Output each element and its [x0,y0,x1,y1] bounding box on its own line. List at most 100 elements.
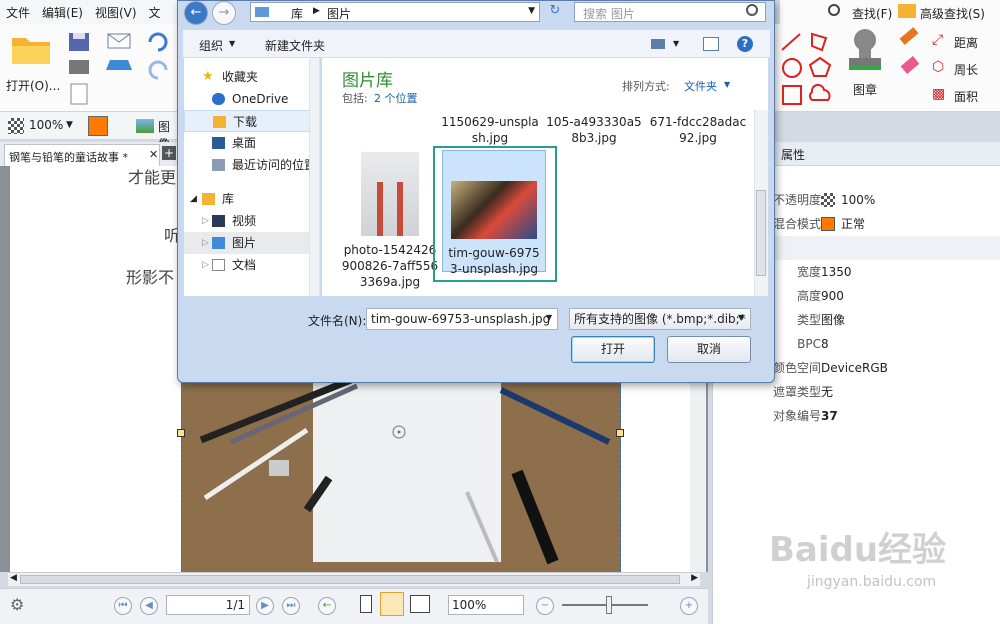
prop-value[interactable]: 正常 [841,212,865,236]
search-input[interactable]: 搜索 图片 [574,2,766,22]
zoom-slider-thumb[interactable] [606,596,612,614]
new-folder-button[interactable]: 新建文件夹 [265,37,325,54]
menu-file[interactable]: 文件 [0,0,36,25]
library-icon [255,7,269,17]
resize-handle[interactable] [616,429,624,437]
property-strip: 100% ▼ 图像 [0,112,180,151]
chevron-down-icon[interactable]: ▼ [528,6,535,16]
nav-downloads[interactable]: 下载 [184,110,319,132]
perimeter-button[interactable]: 周长 [954,61,978,78]
prev-page-icon[interactable]: ◀ [140,597,158,615]
open-button[interactable]: 打开(O)... [6,32,61,104]
last-page-icon[interactable]: ⏭ [282,597,300,615]
organize-button[interactable]: 组织 [199,37,223,54]
stamp-button[interactable]: 图章 [842,28,888,110]
doc-text-line: 形影不 [126,268,175,287]
pentagon-tool-icon [808,56,832,77]
cloud-icon [212,93,225,105]
prop-key: 类型 [796,313,821,327]
includes-label: 包括: [342,92,368,105]
file-item[interactable]: 105-a493330a5 8b3.jpg [544,114,644,146]
measure-tools: ⤢ 距离 ⬡ 周长 ▩ 面积 [896,27,1000,110]
next-page-icon[interactable]: ▶ [256,597,274,615]
breadcrumb-pictures[interactable]: 图片 [327,5,351,22]
sort-select[interactable]: 文件夹 [684,78,717,94]
area-button[interactable]: 面积 [954,88,978,105]
nav-onedrive[interactable]: OneDrive [184,88,319,110]
scroll-thumb[interactable] [20,575,680,584]
scroll-right-arrow[interactable]: ▶ [691,573,698,583]
nav-recent[interactable]: 最近访问的位置 [184,154,319,176]
vertical-scrollbar[interactable] [690,372,706,572]
find-button[interactable]: 查找(F) [852,5,892,22]
file-item[interactable]: 671-fdcc28adac 92.jpg [648,114,748,146]
nav-libraries[interactable]: ◢ 库 [184,188,319,210]
page-input[interactable]: 1/1 [166,595,250,615]
nav-documents[interactable]: ▷ 文档 [184,254,319,276]
open-file-button[interactable]: 打开 [571,336,655,363]
nav-back-icon[interactable]: ← [184,1,208,25]
new-tab-button[interactable]: + [162,146,176,160]
filetype-select[interactable]: 所有支持的图像 (*.bmp;*.dib;* [569,308,751,330]
prop-value[interactable]: 100% [841,188,875,212]
scroll-left-arrow[interactable]: ◀ [10,573,17,583]
zoom-out-icon[interactable]: − [536,597,554,615]
prop-value: 8 [821,337,829,351]
polygon-tool-icon [811,32,828,52]
expand-arrow-icon: ▷ [202,238,209,248]
nav-scrollbar[interactable] [309,58,319,296]
file-name: 1150629-unspla [441,115,539,129]
address-bar[interactable]: 库 ▶ 图片 ▼ [250,2,540,22]
chevron-down-icon: ▼ [724,80,731,89]
file-item-selected[interactable]: tim-gouw-6975 3-unsplash.jpg [442,150,546,276]
back-icon[interactable]: ← [318,597,336,615]
resize-handle[interactable] [177,429,185,437]
nav-pictures[interactable]: ▷ 图片 [184,232,319,254]
nav-forward-icon[interactable]: → [212,1,236,25]
filename-input[interactable]: tim-gouw-69753-unsplash.jpg [366,308,558,330]
horizontal-scrollbar[interactable]: ◀ ▶ [8,572,700,586]
document-tab[interactable]: 钢笔与铅笔的童话故事 * ✕ [4,144,160,166]
chevron-down-icon[interactable]: ▼ [738,313,744,322]
chevron-down-icon[interactable]: ▼ [673,39,679,48]
chevron-down-icon[interactable]: ▼ [546,313,552,322]
refresh-icon[interactable]: ↻ [544,3,566,21]
file-item-photo[interactable]: photo-1542426 900826-7aff556 3369a.jpg [340,152,440,290]
menu-more[interactable]: 文 [143,0,167,25]
scroll-thumb[interactable] [756,190,766,276]
zoom-slider[interactable] [562,604,648,606]
advanced-find-button[interactable]: 高级查找(S) [920,5,985,22]
prop-value: 无 [821,385,834,399]
open-label: 打开(O)... [6,79,61,93]
menu-view[interactable]: 视图(V) [89,0,143,25]
email-icon [107,33,131,49]
two-page-icon[interactable] [410,595,430,613]
color-swatch[interactable] [88,116,108,136]
breadcrumb-library[interactable]: 库 [291,5,303,22]
preview-pane-icon[interactable] [703,37,719,51]
fit-page-icon[interactable] [380,592,404,616]
distance-button[interactable]: 距离 [954,34,978,51]
single-page-icon[interactable] [360,595,372,613]
prop-key: 颜色空间 [772,361,821,375]
prop-key: 不透明度 [772,193,821,207]
includes-link[interactable]: 2 个位置 [374,90,418,106]
view-options-icon[interactable] [651,39,665,49]
search-icon[interactable] [746,4,758,16]
cancel-button[interactable]: 取消 [667,336,751,363]
nav-desktop[interactable]: 桌面 [184,132,319,154]
nav-label: 最近访问的位置 [232,158,317,172]
file-item[interactable]: 1150629-unspla sh.jpg [440,114,540,146]
zoom-in-icon[interactable]: + [680,597,698,615]
help-icon[interactable]: ? [737,36,753,52]
nav-favorites[interactable]: ★ 收藏夹 [184,66,319,88]
close-icon[interactable]: ✕ [149,148,158,161]
nav-videos[interactable]: ▷ 视频 [184,210,319,232]
redo-icon [148,60,168,80]
area-icon: ▩ [932,86,946,102]
gear-icon[interactable]: ⚙ [10,595,24,614]
opacity-select[interactable]: 100% [29,118,63,132]
zoom-select[interactable]: 100% [448,595,524,615]
menu-edit[interactable]: 编辑(E) [36,0,89,25]
first-page-icon[interactable]: ⏮ [114,597,132,615]
